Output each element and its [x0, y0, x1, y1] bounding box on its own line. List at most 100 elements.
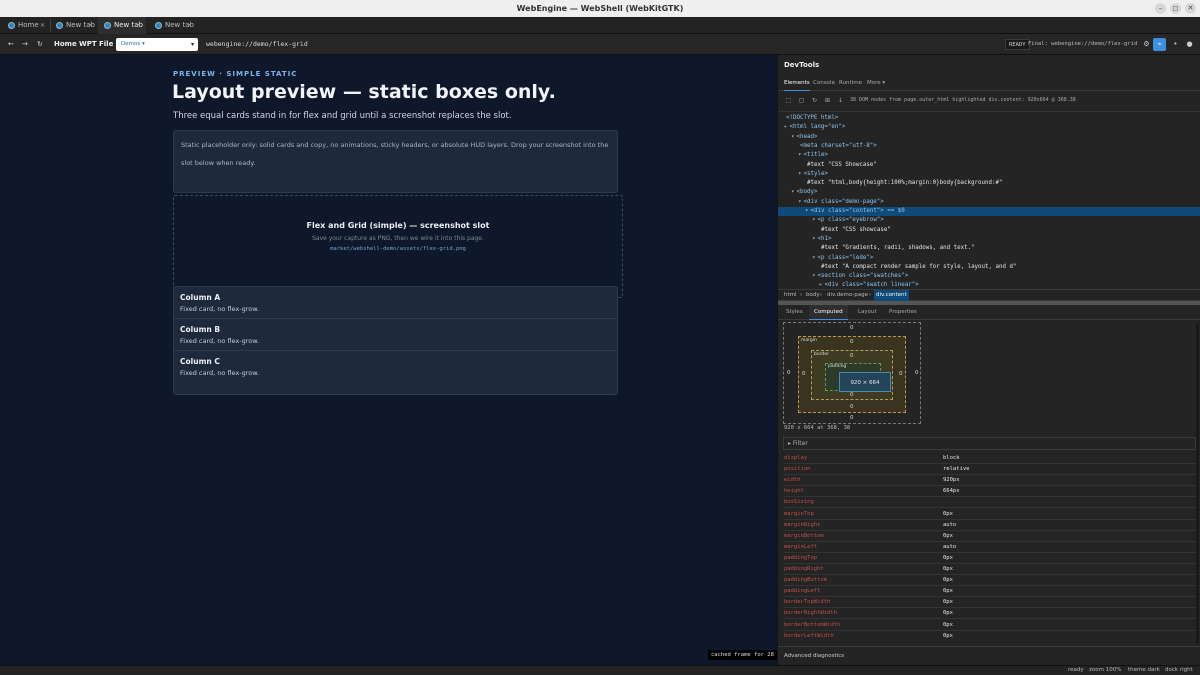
- tab-elements[interactable]: Elements: [784, 76, 810, 91]
- property-row[interactable]: borderTopWidth 0px: [783, 597, 1196, 609]
- position-right-value: 0: [915, 370, 919, 376]
- property-row[interactable]: height 664px: [783, 486, 1196, 498]
- dom-node-line[interactable]: <!DOCTYPE html>: [784, 114, 838, 123]
- device-icon[interactable]: ▢: [797, 96, 806, 105]
- property-name: marginLeft: [784, 543, 818, 550]
- dom-node-line[interactable]: ▾ <body>: [791, 188, 817, 197]
- dom-node-line[interactable]: ▾ <p class="eyebrow">: [812, 216, 884, 225]
- expand-arrow-icon[interactable]: ▸: [819, 282, 823, 288]
- tab-console[interactable]: Console: [813, 76, 835, 91]
- dom-node-line[interactable]: ▾ <head>: [791, 133, 817, 142]
- tab-new-1[interactable]: New tab ✕: [50, 17, 98, 34]
- tab-close-icon[interactable]: ✕: [88, 17, 93, 34]
- tab-close-icon[interactable]: ✕: [136, 17, 141, 34]
- expand-arrow-icon[interactable]: ▾: [812, 217, 816, 223]
- dom-tree[interactable]: <!DOCTYPE html> ▸ <html lang="en"> ▾ <head> <…: [778, 111, 1200, 289]
- tab-styles[interactable]: Styles: [786, 305, 803, 320]
- inspect-icon[interactable]: ⬚: [784, 96, 793, 105]
- dom-node-line[interactable]: ▸ <div class="swatch linear">: [819, 281, 919, 289]
- expand-arrow-icon[interactable]: ▾: [798, 199, 802, 205]
- tab-more[interactable]: More ▾: [867, 76, 885, 91]
- forward-button[interactable]: →: [22, 34, 28, 55]
- dom-node-line[interactable]: ▾ <section class="swatches">: [812, 272, 908, 281]
- expand-arrow-icon[interactable]: ▾: [812, 236, 816, 242]
- dom-node-line[interactable]: ▾ <div class="demo-page">: [798, 198, 884, 207]
- settings-icon[interactable]: ⚙: [1141, 39, 1152, 50]
- property-row[interactable]: borderLeftWidth 0px: [783, 631, 1196, 641]
- dom-node-line[interactable]: ▾ <div class="content"> == $0: [778, 207, 1200, 217]
- home-button[interactable]: Home: [54, 34, 77, 55]
- position-left-value: 0: [787, 370, 791, 376]
- property-row[interactable]: paddingRight 0px: [783, 564, 1196, 576]
- refresh-icon[interactable]: ↻: [810, 96, 819, 105]
- advanced-diagnostics-toggle[interactable]: Advanced diagnostics: [778, 646, 1200, 665]
- wpt-button[interactable]: WPT: [79, 34, 97, 55]
- back-button[interactable]: ←: [8, 34, 14, 55]
- minimize-icon[interactable]: –: [1155, 3, 1166, 14]
- expand-arrow-icon[interactable]: ▾: [798, 152, 802, 158]
- dom-node-line[interactable]: ▾ <title>: [798, 151, 828, 160]
- filter-input[interactable]: ▸ Filter: [783, 437, 1196, 450]
- expand-arrow-icon[interactable]: ▾: [812, 255, 816, 261]
- tab-computed[interactable]: Computed: [809, 305, 848, 320]
- devtools-toggle-icon[interactable]: ⌁: [1153, 38, 1166, 51]
- theme-label: theme dark: [1128, 667, 1160, 673]
- maximize-icon[interactable]: ◻: [1170, 3, 1181, 14]
- scrollbar[interactable]: [1196, 323, 1199, 643]
- crumb-content[interactable]: div.content: [874, 290, 909, 301]
- expand-arrow-icon[interactable]: ▸: [784, 124, 788, 130]
- crumb-body[interactable]: body: [806, 290, 820, 301]
- tab-home[interactable]: Home ✕: [2, 17, 50, 34]
- expand-arrow-icon[interactable]: ▾: [812, 273, 816, 279]
- computed-properties: display block position relative width 920px he…: [783, 453, 1196, 641]
- property-row[interactable]: position relative: [783, 464, 1196, 476]
- position-bottom-value: 0: [850, 415, 854, 421]
- layout-icon[interactable]: ⊞: [823, 96, 832, 105]
- tab-close-icon[interactable]: ✕: [187, 17, 192, 34]
- download-icon[interactable]: ↓: [836, 96, 845, 105]
- tab-close-icon[interactable]: ✕: [40, 17, 45, 34]
- property-row[interactable]: marginRight auto: [783, 520, 1196, 531]
- crumb-html[interactable]: html: [784, 290, 797, 301]
- property-row[interactable]: marginLeft auto: [783, 542, 1196, 553]
- dom-node-line[interactable]: <meta charset="utf-8">: [798, 142, 877, 151]
- dot-icon[interactable]: •: [1170, 39, 1181, 50]
- tab-properties[interactable]: Properties: [889, 305, 917, 320]
- expand-arrow-icon[interactable]: ▾: [798, 171, 802, 177]
- dom-node-line[interactable]: #text "Gradients, radii, shadows, and te…: [819, 244, 975, 253]
- demos-select[interactable]: Demos ▾ ▾: [116, 38, 198, 51]
- property-row[interactable]: marginTop 0px: [783, 509, 1196, 520]
- property-row[interactable]: paddingTop 0px: [783, 553, 1196, 564]
- property-row[interactable]: marginBottom 0px: [783, 531, 1196, 542]
- expand-arrow-icon[interactable]: ▾: [805, 208, 809, 214]
- dom-node-line[interactable]: #text "html,body{height:100%;margin:0}bo…: [805, 179, 1002, 188]
- tab-new-3[interactable]: New tab ✕: [149, 17, 197, 34]
- record-icon[interactable]: ●: [1184, 39, 1195, 50]
- property-row[interactable]: borderBottomWidth 0px: [783, 620, 1196, 631]
- expand-arrow-icon[interactable]: ▾: [791, 134, 795, 140]
- dom-node-line[interactable]: #text "A compact render sample for style…: [819, 263, 1016, 272]
- expand-arrow-icon[interactable]: ▾: [791, 189, 795, 195]
- dom-node-line[interactable]: ▾ <style>: [798, 170, 828, 179]
- property-row[interactable]: paddingBottom 0px: [783, 575, 1196, 587]
- crumb-demo-page[interactable]: div.demo-page: [827, 290, 868, 301]
- dom-node-line[interactable]: ▾ <h1>: [812, 235, 831, 244]
- dom-node-line[interactable]: ▸ <html lang="en">: [784, 123, 845, 132]
- border-label: border: [814, 352, 829, 357]
- property-row[interactable]: borderRightWidth 0px: [783, 608, 1196, 620]
- url-input[interactable]: webengine://demo/flex-grid: [206, 38, 996, 51]
- tab-new-2-active[interactable]: New tab ✕: [98, 17, 146, 34]
- file-button[interactable]: File: [99, 34, 113, 55]
- property-row[interactable]: paddingLeft 0px: [783, 586, 1196, 598]
- property-row[interactable]: display block: [783, 453, 1196, 465]
- dom-node-line[interactable]: ▾ <p class="lede">: [812, 254, 873, 263]
- reload-button[interactable]: ↻: [37, 34, 43, 55]
- dom-node-line[interactable]: #text "CSS showcase": [819, 226, 891, 235]
- close-icon[interactable]: ✕: [1185, 3, 1196, 14]
- property-row[interactable]: boxSizing: [783, 497, 1196, 509]
- page-viewport[interactable]: PREVIEW · SIMPLE STATIC Layout preview —…: [0, 55, 777, 665]
- tab-layout[interactable]: Layout: [858, 305, 877, 320]
- tab-runtime[interactable]: Runtime: [839, 76, 862, 91]
- property-row[interactable]: width 920px: [783, 475, 1196, 487]
- dom-node-line[interactable]: #text "CSS Showcase": [805, 161, 877, 170]
